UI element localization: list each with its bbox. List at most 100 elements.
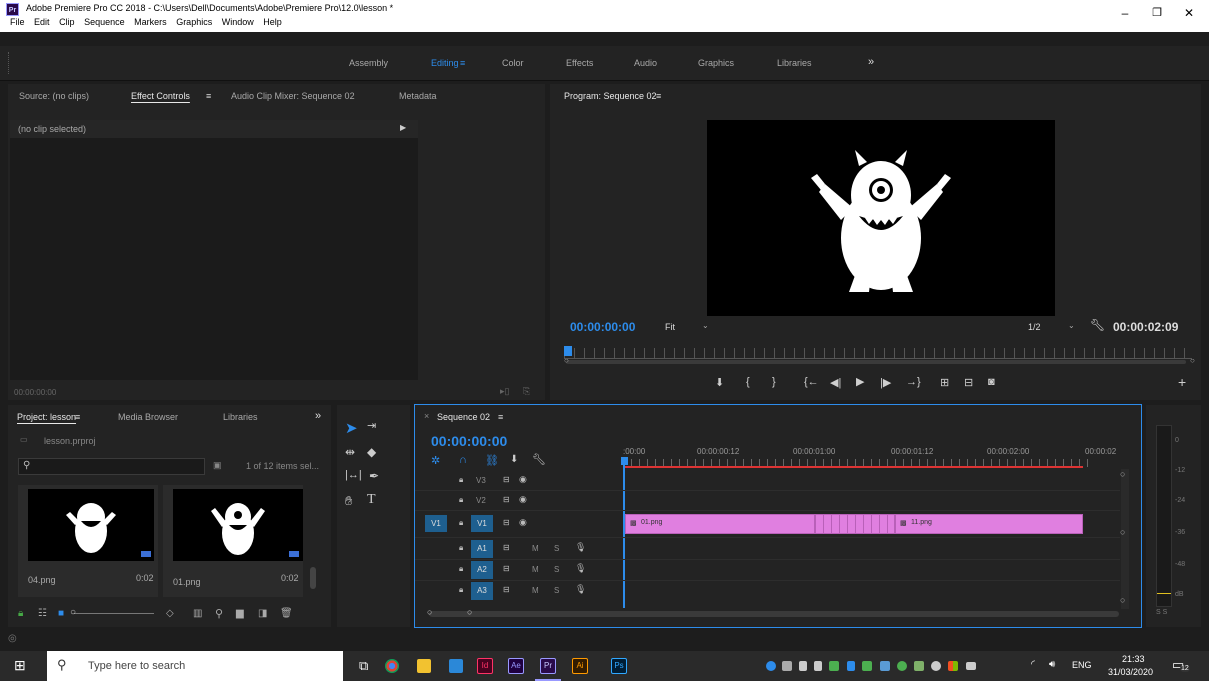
timeline-playhead-handle-icon[interactable] — [621, 457, 628, 465]
track-label-v1[interactable]: V1 — [471, 515, 493, 532]
wrench-settings-icon[interactable]: 🔧︎ — [1090, 318, 1105, 332]
workspace-assembly[interactable]: Assembly — [349, 58, 388, 68]
meter-solo-buttons[interactable]: S S — [1156, 609, 1167, 616]
workspace-audio[interactable]: Audio — [634, 58, 657, 68]
indesign-icon[interactable]: Id — [477, 658, 493, 674]
track-label-v2[interactable]: V2 — [476, 496, 486, 505]
workspace-overflow-icon[interactable]: » — [868, 56, 874, 68]
clock-date[interactable]: 31/03/2020 — [1108, 667, 1153, 677]
workspace-editing[interactable]: Editing — [431, 58, 459, 68]
tab-audio-clip-mixer[interactable]: Audio Clip Mixer: Sequence 02 — [231, 91, 355, 101]
project-search-input[interactable]: ⚲ — [18, 458, 205, 475]
menu-help[interactable]: Help — [263, 17, 282, 27]
work-area-bar[interactable] — [623, 466, 1083, 468]
project-menu-icon[interactable]: ≡ — [75, 412, 80, 422]
workspace-effects[interactable]: Effects — [566, 58, 593, 68]
pen-tool-icon[interactable]: ✒ — [369, 469, 379, 483]
timeline-clip[interactable]: ▩ 01.png — [625, 514, 815, 534]
lift-icon[interactable]: ⊞ — [940, 376, 949, 389]
voice-over-mic-icon[interactable]: 🎙︎ — [575, 542, 586, 553]
tab-libraries[interactable]: Libraries — [223, 412, 258, 422]
new-bin-from-search-icon[interactable]: ▣ — [213, 460, 222, 471]
project-clip-item[interactable]: 01.png 0:02 — [163, 485, 303, 597]
new-bin-icon[interactable]: ▆ — [236, 608, 244, 619]
resolution-dropdown[interactable]: 1/2 — [1028, 322, 1041, 332]
project-overflow-icon[interactable]: » — [315, 410, 321, 422]
tray-app-icon[interactable] — [862, 661, 872, 671]
slip-tool-icon[interactable]: |↔| — [345, 469, 362, 481]
zoom-left-handle-icon[interactable]: ○ — [564, 356, 569, 365]
mute-button[interactable]: M — [532, 586, 539, 595]
sync-lock-icon[interactable]: ⊟ — [503, 475, 510, 484]
track-lock-icon[interactable]: 🔒︎ — [459, 543, 463, 553]
timeline-clip-group[interactable] — [815, 514, 895, 534]
track-label-v3[interactable]: V3 — [476, 476, 486, 485]
tray-bluetooth-icon[interactable] — [847, 661, 855, 671]
track-lock-icon[interactable]: 🔒︎ — [459, 585, 463, 595]
scroll-handle-icon[interactable]: ○ — [1120, 595, 1125, 605]
solo-button[interactable]: S — [554, 586, 559, 595]
chrome-icon[interactable] — [385, 659, 399, 673]
tray-network-drive-icon[interactable] — [880, 661, 890, 671]
tray-usb-icon[interactable] — [799, 661, 807, 671]
extract-icon[interactable]: ⊟ — [964, 376, 973, 389]
add-marker-icon[interactable]: ⬇ — [715, 376, 724, 389]
mail-icon[interactable] — [449, 659, 463, 673]
sort-icons-icon[interactable]: ◇ — [166, 608, 174, 619]
automate-to-sequence-icon[interactable]: ▥ — [193, 608, 202, 619]
wifi-icon[interactable]: ◜ — [1031, 659, 1035, 670]
tray-zoom-icon[interactable] — [766, 661, 776, 671]
list-view-icon[interactable]: ☷ — [38, 608, 47, 619]
timeline-menu-icon[interactable]: ≡ — [498, 412, 503, 422]
tray-office-icon[interactable] — [948, 661, 958, 671]
step-back-icon[interactable]: ◀| — [830, 376, 841, 389]
menu-graphics[interactable]: Graphics — [176, 17, 212, 27]
type-tool-icon[interactable]: T — [367, 492, 376, 508]
tab-sequence[interactable]: Sequence 02 — [437, 412, 490, 422]
close-icon[interactable]: ✕ — [1180, 4, 1198, 22]
program-playhead-timecode[interactable]: 00:00:00:00 — [570, 320, 635, 334]
track-lock-icon[interactable]: 🔒︎ — [459, 564, 463, 574]
tray-keyboard-icon[interactable] — [782, 661, 792, 671]
after-effects-icon[interactable]: Ae — [508, 658, 524, 674]
menu-markers[interactable]: Markers — [134, 17, 167, 27]
volume-icon[interactable]: 🔊︎ — [1049, 659, 1055, 670]
toggle-output-eye-icon[interactable]: ◉ — [519, 517, 527, 528]
linked-selection-icon[interactable]: ⛓︎ — [485, 454, 499, 467]
track-label-a2[interactable]: A2 — [471, 561, 493, 579]
source-patch-v1[interactable]: V1 — [425, 515, 447, 532]
timeline-horizontal-scrollbar[interactable] — [429, 611, 1119, 617]
track-lock-icon[interactable]: 🔒︎ — [459, 475, 463, 485]
solo-button[interactable]: S — [554, 544, 559, 553]
track-lock-icon[interactable]: 🔒︎ — [459, 518, 463, 528]
project-clip-item[interactable]: 04.png 0:02 — [18, 485, 158, 597]
solo-button[interactable]: S — [554, 565, 559, 574]
effect-controls-menu-icon[interactable]: ≡ — [206, 91, 211, 101]
workspace-libraries[interactable]: Libraries — [777, 58, 812, 68]
timeline-ruler[interactable]: :00:00 00:00:00:12 00:00:01:00 00:00:01:… — [623, 431, 1123, 469]
sync-lock-icon[interactable]: ⊟ — [503, 543, 510, 552]
trash-icon[interactable]: 🗑︎ — [280, 608, 293, 619]
photoshop-icon[interactable]: Ps — [611, 658, 627, 674]
tray-sync-icon[interactable] — [897, 661, 907, 671]
restore-icon[interactable]: ❐ — [1148, 4, 1166, 22]
program-video-frame[interactable] — [707, 120, 1055, 316]
menu-edit[interactable]: Edit — [34, 17, 50, 27]
toggle-output-eye-icon[interactable]: ◉ — [519, 494, 527, 505]
timeline-settings-wrench-icon[interactable]: 🔧︎ — [532, 453, 546, 466]
resolution-chevron-down-icon[interactable]: ⌄ — [1068, 321, 1075, 330]
premiere-pro-icon[interactable]: Pr — [540, 658, 556, 674]
timeline-playhead-timecode[interactable]: 00:00:00:00 — [431, 433, 507, 449]
project-scrollbar[interactable] — [310, 567, 316, 589]
scroll-handle-icon[interactable]: ○ — [1120, 469, 1125, 479]
export-icon[interactable]: ⎘ — [523, 386, 530, 397]
timeline-vertical-scrollbar[interactable] — [1121, 469, 1129, 609]
nest-toggle-icon[interactable]: ✲ — [431, 454, 440, 467]
play-icon[interactable]: ▶ — [856, 375, 864, 388]
add-marker-timeline-icon[interactable]: ⬇ — [510, 454, 518, 465]
track-label-a3[interactable]: A3 — [471, 582, 493, 600]
selection-tool-icon[interactable]: ➤ — [345, 419, 358, 437]
program-menu-icon[interactable]: ≡ — [656, 91, 661, 101]
voice-over-mic-icon[interactable]: 🎙︎ — [575, 563, 586, 574]
sync-lock-icon[interactable]: ⊟ — [503, 585, 510, 594]
